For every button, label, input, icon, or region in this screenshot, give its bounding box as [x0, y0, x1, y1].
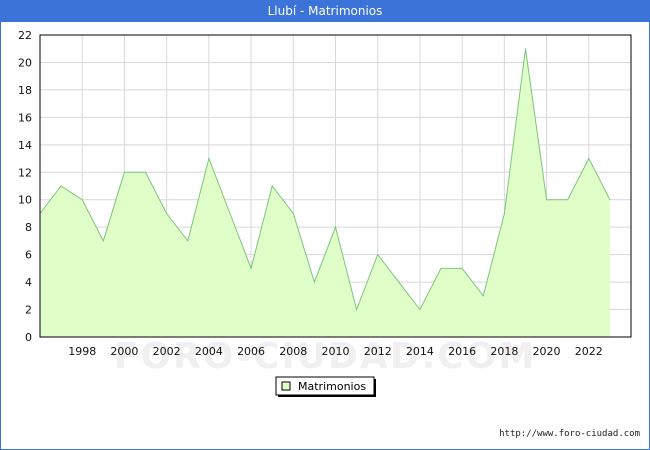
data-point	[145, 171, 147, 173]
y-tick-label: 14	[18, 139, 32, 152]
data-point	[271, 185, 273, 187]
data-point	[440, 267, 442, 269]
data-point	[461, 267, 463, 269]
x-tick-label: 2018	[490, 345, 518, 358]
y-tick-label: 4	[25, 276, 32, 289]
x-tick-label: 2002	[153, 345, 181, 358]
x-tick-label: 2000	[110, 345, 138, 358]
data-point	[123, 171, 125, 173]
x-tick-label: 2006	[237, 345, 265, 358]
data-point	[482, 295, 484, 297]
data-point	[503, 212, 505, 214]
data-point	[335, 226, 336, 228]
data-point	[524, 48, 526, 50]
y-tick-label: 16	[18, 111, 32, 124]
y-tick-label: 22	[18, 29, 32, 42]
y-tick-label: 12	[18, 166, 32, 179]
x-tick-label: 2014	[406, 345, 434, 358]
legend-label: Matrimonios	[298, 380, 366, 393]
chart-canvas: FORO-CIUDAD.COM 02468101214161820221998 2…	[18, 29, 632, 397]
x-tick-label: 1998	[68, 345, 96, 358]
y-tick-label: 10	[18, 194, 32, 207]
data-point	[208, 158, 210, 160]
y-tick-label: 0	[25, 331, 32, 344]
data-point	[377, 254, 379, 256]
data-point	[81, 199, 83, 201]
y-tick-label: 18	[18, 84, 32, 97]
x-tick-label: 2004	[195, 345, 223, 358]
data-point	[567, 199, 569, 201]
data-point	[166, 212, 168, 214]
data-point	[292, 212, 294, 214]
data-point	[398, 281, 400, 283]
y-tick-label: 20	[18, 56, 32, 69]
x-tick-label: 2012	[364, 345, 392, 358]
y-tick-label: 6	[25, 249, 32, 262]
data-point	[609, 199, 611, 201]
data-point	[60, 185, 62, 187]
data-point	[313, 281, 315, 283]
data-point	[250, 267, 252, 269]
source-url[interactable]: http://www.foro-ciudad.com	[499, 429, 640, 439]
x-tick-label: 2022	[575, 345, 603, 358]
data-point	[546, 199, 548, 201]
data-point	[102, 240, 104, 242]
data-point	[229, 212, 231, 214]
x-tick-label: 2016	[448, 345, 476, 358]
data-point	[419, 309, 421, 311]
x-tick-label: 2010	[322, 345, 350, 358]
y-tick-label: 8	[25, 221, 32, 234]
legend-swatch	[281, 381, 291, 391]
x-tick-label: 2008	[279, 345, 307, 358]
data-point	[356, 309, 358, 311]
x-tick-label: 2020	[533, 345, 561, 358]
y-tick-label: 2	[25, 304, 32, 317]
data-point	[588, 158, 590, 160]
data-point	[187, 240, 189, 242]
